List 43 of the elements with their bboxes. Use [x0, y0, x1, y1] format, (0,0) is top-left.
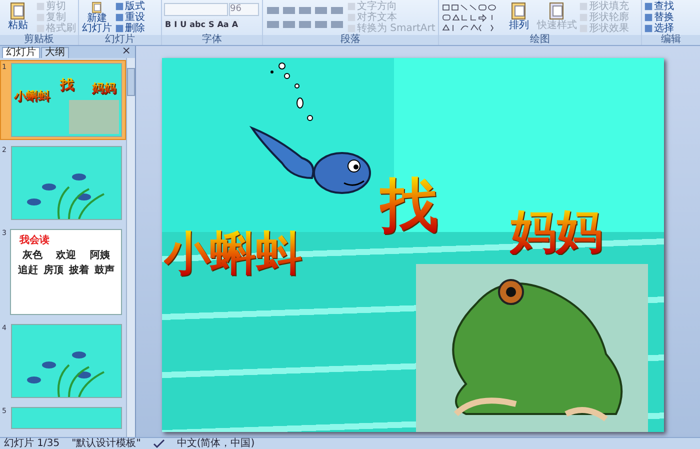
ribbon-small-button[interactable]: 版式: [115, 1, 145, 12]
status-slide-count: 幻灯片 1/35: [4, 438, 60, 449]
format-button[interactable]: B: [164, 19, 172, 30]
ribbon-small-button[interactable]: 选择: [644, 23, 674, 34]
scrollbar[interactable]: [126, 58, 135, 437]
thumbnail-title: 小蝌蚪: [14, 90, 50, 102]
thumbnail-title: 找: [60, 78, 74, 92]
format-button[interactable]: I: [173, 19, 178, 30]
status-language: 中文(简体，中国): [176, 438, 255, 449]
status-theme: "默认设计模板": [72, 438, 141, 449]
format-button[interactable]: Aa: [216, 19, 230, 30]
photo-placeholder: [69, 100, 119, 134]
panel-tab[interactable]: 幻灯片: [2, 47, 40, 58]
group-label: 字体: [162, 35, 262, 45]
group-label: 编辑: [642, 35, 700, 45]
format-button[interactable]: A: [230, 19, 240, 30]
format-button[interactable]: U: [179, 19, 188, 30]
thumbnail-word: 灰色: [22, 251, 42, 261]
ribbon-small-button[interactable]: 替换: [644, 12, 674, 23]
clipboard-large-button[interactable]: 粘贴: [2, 1, 34, 34]
thumbnail-word: 房顶: [43, 266, 64, 276]
thumbnail-word: 追赶: [18, 266, 38, 276]
drawing-large-button[interactable]: 排列: [503, 1, 535, 34]
group-label: 绘图: [439, 35, 641, 45]
thumbnail-word: 欢迎: [56, 251, 76, 261]
group-label: 剪贴板: [0, 35, 78, 45]
thumbnail-word: 鼓声: [94, 266, 114, 276]
group-label: 幻灯片: [79, 35, 161, 45]
close-button[interactable]: ×: [122, 45, 131, 57]
thumbnail-heading: 我会读: [19, 236, 50, 246]
spellcheck-icon[interactable]: [152, 438, 165, 448]
ribbon-small-button[interactable]: 删除: [115, 23, 145, 34]
slides-large-button[interactable]: 新建 幻灯片: [81, 1, 113, 34]
ribbon-small-button[interactable]: 重设: [115, 12, 145, 23]
ribbon-small-button[interactable]: 查找: [644, 1, 674, 12]
format-button[interactable]: S: [207, 19, 216, 30]
panel-tab[interactable]: 大纲: [41, 47, 69, 58]
thumbnail-word: 披着: [68, 266, 89, 276]
thumbnail-word: 阿姨: [90, 251, 110, 261]
thumbnail-title: 妈妈: [92, 82, 116, 94]
font-name-field[interactable]: [164, 3, 228, 16]
group-label: 段落: [263, 35, 438, 45]
format-button[interactable]: abc: [188, 19, 206, 30]
